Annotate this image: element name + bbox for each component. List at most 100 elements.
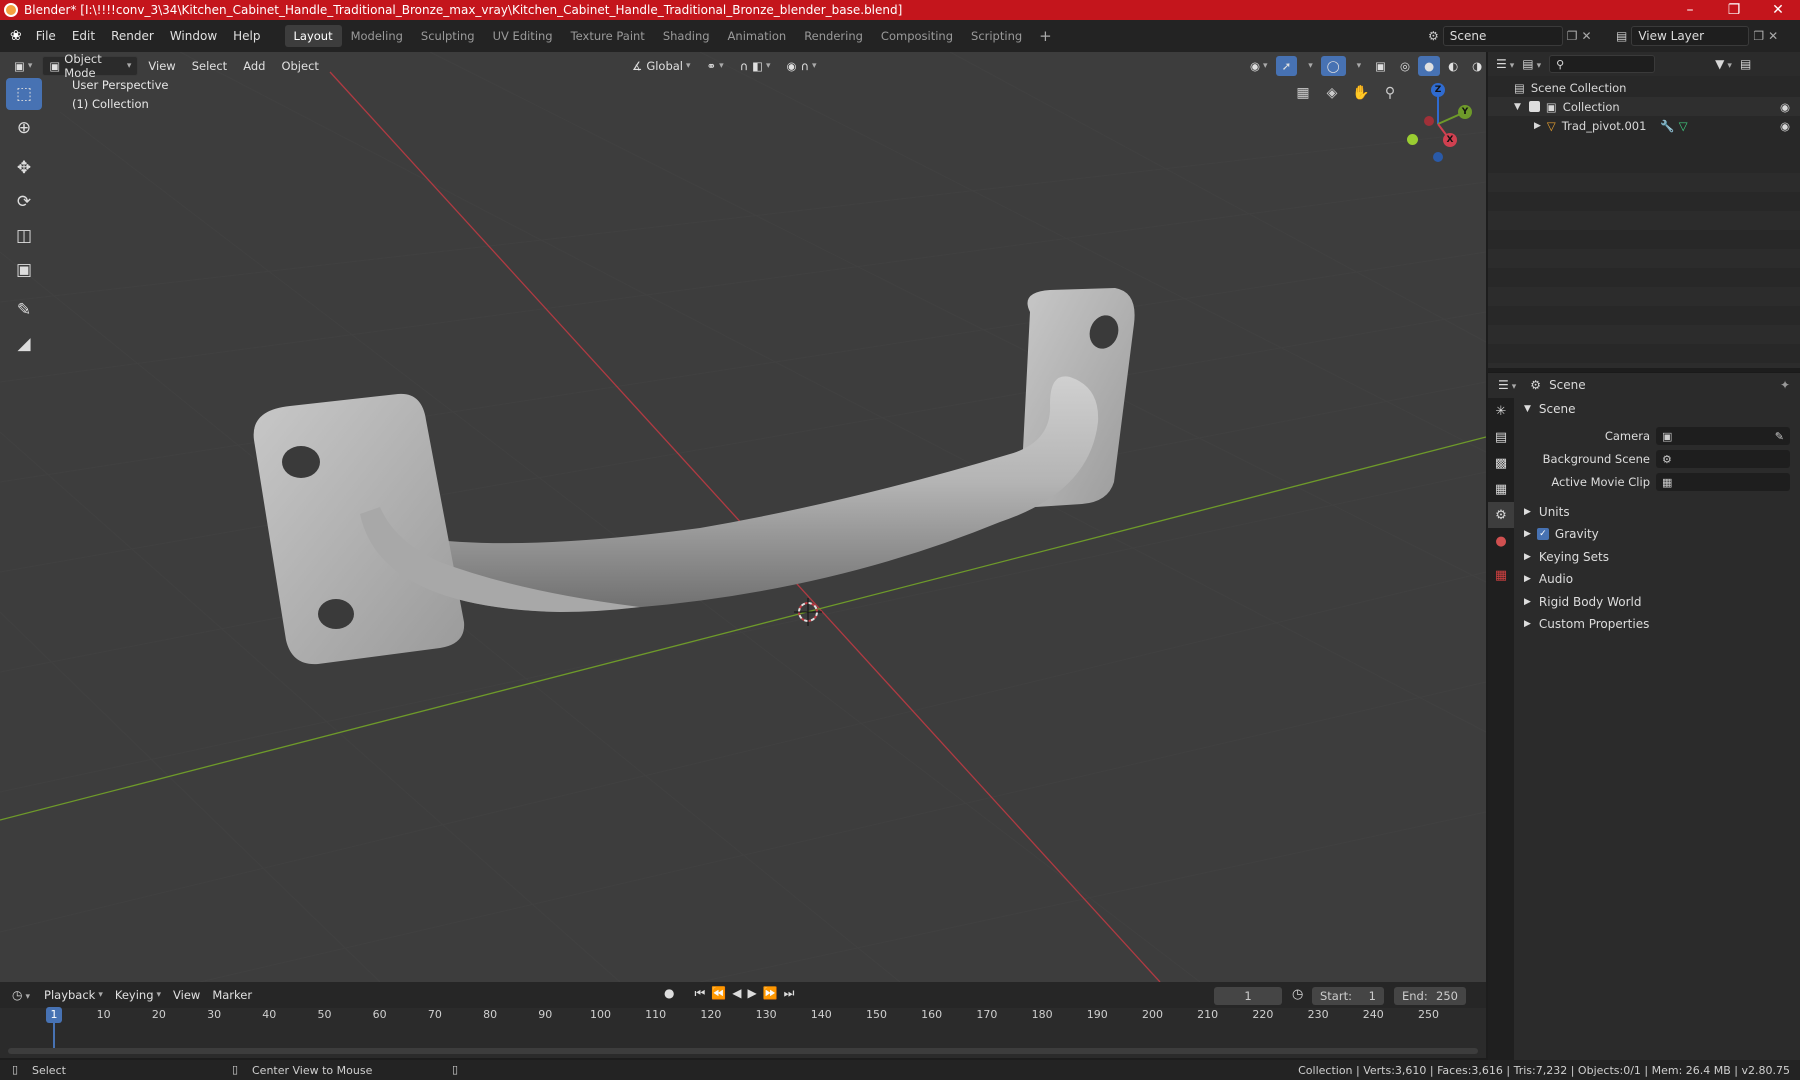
playback-menu[interactable]: Playback ▾ bbox=[38, 985, 109, 1005]
rotate-tool-icon[interactable]: ⟳ bbox=[6, 186, 42, 218]
outliner-editor-icon[interactable]: ☰ ▾ bbox=[1496, 57, 1514, 71]
shading-rendered[interactable]: ◑ bbox=[1466, 56, 1488, 76]
select-box-tool-icon[interactable]: ⬚ bbox=[6, 78, 42, 110]
view-layer-tab-icon[interactable]: ▦ bbox=[1488, 476, 1514, 502]
tab-rendering[interactable]: Rendering bbox=[795, 25, 872, 47]
viewport-menu-add[interactable]: Add bbox=[237, 56, 271, 76]
section-audio[interactable]: ▶ Audio bbox=[1524, 569, 1573, 589]
shading-wireframe[interactable]: ◎ bbox=[1394, 56, 1416, 76]
timeline-editor-icon[interactable]: ◷ ▾ bbox=[12, 988, 30, 1002]
proportional-edit-button[interactable]: ◉ ∩ ▾ bbox=[781, 56, 823, 76]
view-layer-icon[interactable]: ▤ bbox=[1616, 29, 1627, 43]
snap-button[interactable]: ∩ ◧ ▾ bbox=[734, 56, 777, 76]
new-collection-icon[interactable]: ▤ bbox=[1740, 57, 1751, 71]
scene-selector[interactable]: Scene bbox=[1442, 26, 1563, 46]
exclude-checkbox[interactable] bbox=[1528, 101, 1540, 112]
tab-texture-paint[interactable]: Texture Paint bbox=[562, 25, 654, 47]
expand-arrow-icon[interactable]: ▼ bbox=[1514, 102, 1521, 112]
camera-view-icon[interactable]: ◈ bbox=[1319, 80, 1345, 106]
close-window-button[interactable]: ✕ bbox=[1756, 0, 1800, 20]
scene-tab-icon[interactable]: ⚙ bbox=[1488, 502, 1514, 528]
start-frame-field[interactable]: Start: 1 bbox=[1312, 987, 1384, 1005]
tool-tab-icon[interactable]: ✳ bbox=[1488, 398, 1514, 424]
new-view-layer-icon[interactable]: ❐ bbox=[1753, 29, 1764, 43]
tab-compositing[interactable]: Compositing bbox=[872, 25, 962, 47]
scale-tool-icon[interactable]: ◫ bbox=[6, 220, 42, 252]
gizmo-x-axis[interactable]: X bbox=[1443, 133, 1457, 147]
annotate-tool-icon[interactable]: ✎ bbox=[6, 294, 42, 326]
delete-scene-icon[interactable]: ✕ bbox=[1582, 29, 1592, 43]
keying-menu[interactable]: Keying ▾ bbox=[109, 985, 167, 1005]
cursor-tool-icon[interactable]: ⊕ bbox=[6, 112, 42, 144]
overlay-toggle[interactable]: ◯ bbox=[1320, 56, 1346, 76]
tab-uv-editing[interactable]: UV Editing bbox=[484, 25, 562, 47]
viewport-menu-view[interactable]: View bbox=[142, 56, 181, 76]
prev-keyframe-icon[interactable]: ⏪ bbox=[711, 986, 726, 1001]
world-tab-icon[interactable]: ● bbox=[1488, 528, 1514, 554]
menu-render[interactable]: Render bbox=[103, 29, 162, 43]
pivot-point-button[interactable]: ⚭ ▾ bbox=[701, 56, 730, 76]
active-movie-clip-field[interactable]: ▦ bbox=[1656, 473, 1790, 491]
gizmo-neg-z[interactable] bbox=[1433, 152, 1443, 162]
transform-tool-icon[interactable]: ▣ bbox=[6, 254, 42, 286]
texture-tab-icon[interactable]: ▦ bbox=[1488, 562, 1514, 588]
tab-sculpting[interactable]: Sculpting bbox=[412, 25, 484, 47]
navigation-gizmo[interactable]: Z Y X bbox=[1390, 80, 1480, 170]
jump-end-icon[interactable]: ⏭ bbox=[784, 986, 795, 1001]
outliner-search-field[interactable]: ⚲ bbox=[1549, 55, 1656, 73]
play-reverse-icon[interactable]: ◀ bbox=[732, 986, 741, 1001]
end-frame-field[interactable]: End: 250 bbox=[1394, 987, 1466, 1005]
section-gravity[interactable]: ▶ ✓ Gravity bbox=[1524, 524, 1599, 544]
modifier-wrench-icon[interactable]: 🔧 bbox=[1660, 119, 1674, 133]
tab-animation[interactable]: Animation bbox=[719, 25, 796, 47]
menu-help[interactable]: Help bbox=[225, 29, 268, 43]
minimize-button[interactable]: – bbox=[1668, 0, 1712, 20]
maximize-button[interactable]: ❐ bbox=[1712, 0, 1756, 20]
gravity-checkbox[interactable]: ✓ bbox=[1536, 528, 1549, 540]
record-icon[interactable]: ● bbox=[664, 986, 674, 1001]
gizmo-y-axis[interactable]: Y bbox=[1458, 105, 1472, 119]
object-mode-dropdown[interactable]: ▣ Object Mode ▾ bbox=[42, 52, 139, 80]
move-tool-icon[interactable]: ✥ bbox=[6, 152, 42, 184]
editor-type-button[interactable]: ▣ ▾ bbox=[8, 56, 38, 76]
menu-window[interactable]: Window bbox=[162, 29, 225, 43]
filter-icon[interactable]: ▼ ▾ bbox=[1715, 57, 1732, 71]
play-icon[interactable]: ▶ bbox=[747, 986, 756, 1001]
add-workspace-icon[interactable]: + bbox=[1031, 27, 1060, 45]
tab-scripting[interactable]: Scripting bbox=[962, 25, 1031, 47]
timeline-view-menu[interactable]: View bbox=[167, 985, 206, 1005]
gizmo-z-axis[interactable]: Z bbox=[1431, 83, 1445, 97]
camera-field[interactable]: ▣ ✎ bbox=[1656, 427, 1790, 445]
viewport-menu-select[interactable]: Select bbox=[186, 56, 233, 76]
pan-hand-icon[interactable]: ✋ bbox=[1348, 80, 1374, 106]
visibility-eye-icon[interactable]: ◉ bbox=[1780, 100, 1790, 114]
eyedropper-icon[interactable]: ✎ bbox=[1775, 430, 1784, 443]
marker-menu[interactable]: Marker bbox=[206, 985, 258, 1005]
view-layer-selector[interactable]: View Layer bbox=[1631, 26, 1750, 46]
output-tab-icon[interactable]: ▩ bbox=[1488, 450, 1514, 476]
current-frame-field[interactable]: 1 bbox=[1214, 987, 1282, 1005]
scene-panel-header[interactable]: ▼ Scene bbox=[1524, 399, 1576, 419]
section-custom-properties[interactable]: ▶ Custom Properties bbox=[1524, 614, 1649, 634]
measure-tool-icon[interactable]: ◢ bbox=[6, 328, 42, 360]
pin-icon[interactable]: ✦ bbox=[1780, 378, 1790, 392]
gizmo-toggle[interactable]: ➚ bbox=[1275, 56, 1298, 76]
gizmo-dropdown[interactable]: ▾ bbox=[1299, 56, 1319, 76]
new-scene-icon[interactable]: ❐ bbox=[1567, 29, 1578, 43]
render-tab-icon[interactable]: ▤ bbox=[1488, 424, 1514, 450]
next-keyframe-icon[interactable]: ⏩ bbox=[763, 986, 778, 1001]
background-scene-field[interactable]: ⚙ bbox=[1656, 450, 1790, 468]
3d-cursor-icon[interactable] bbox=[794, 598, 822, 626]
blender-menu-icon[interactable]: ❀ bbox=[10, 28, 22, 44]
scene-icon[interactable]: ⚙ bbox=[1428, 29, 1439, 43]
delete-view-layer-icon[interactable]: ✕ bbox=[1768, 29, 1778, 43]
tab-layout[interactable]: Layout bbox=[284, 25, 342, 47]
gizmo-neg-y[interactable] bbox=[1407, 134, 1418, 145]
jump-start-icon[interactable]: ⏮ bbox=[694, 986, 705, 1001]
shading-solid[interactable]: ● bbox=[1418, 56, 1441, 76]
stopwatch-icon[interactable]: ◷ bbox=[1292, 987, 1303, 1002]
section-units[interactable]: ▶ Units bbox=[1524, 502, 1570, 522]
menu-edit[interactable]: Edit bbox=[64, 29, 103, 43]
timeline-scrollbar[interactable] bbox=[8, 1048, 1478, 1054]
gizmo-neg-x[interactable] bbox=[1424, 116, 1434, 126]
